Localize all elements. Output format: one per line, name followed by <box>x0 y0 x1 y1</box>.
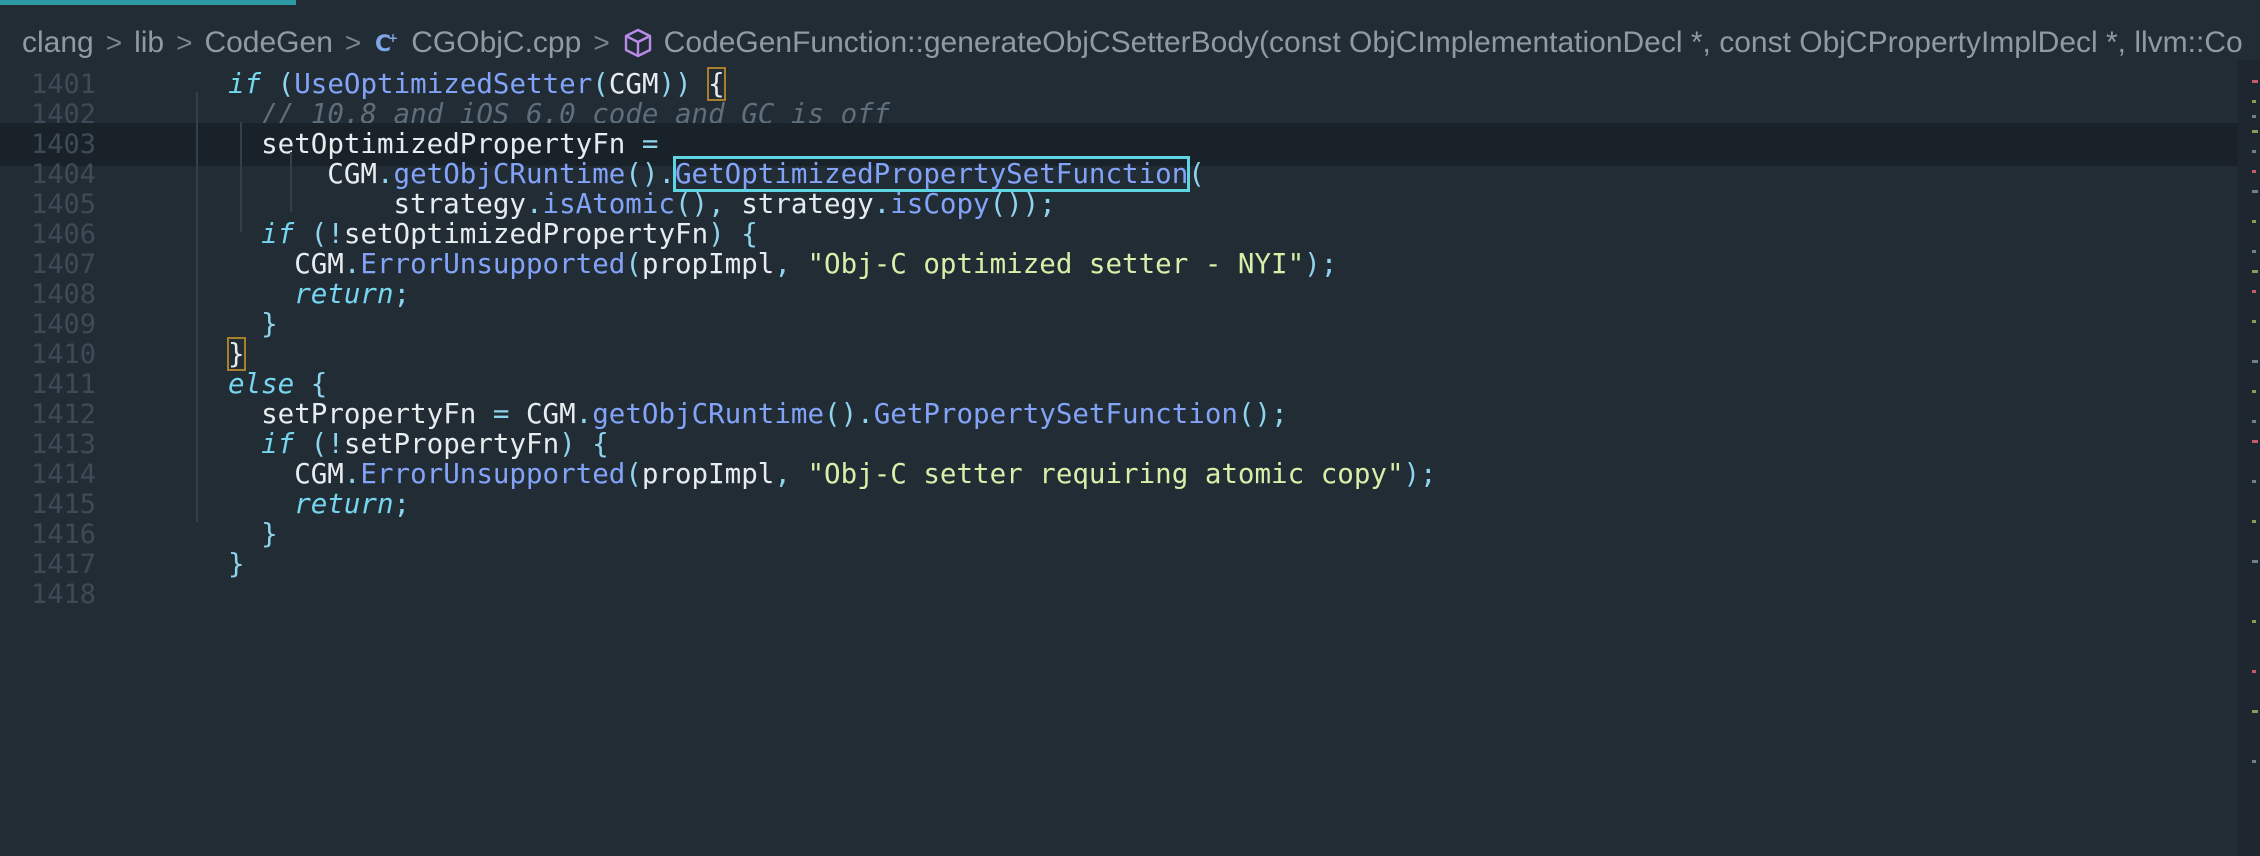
scrollbar-marker <box>2252 320 2256 323</box>
cpp-file-icon: C + <box>373 29 401 57</box>
scrollbar-marker <box>2252 270 2258 273</box>
svg-text:+: + <box>388 31 398 45</box>
scrollbar-marker <box>2252 420 2256 423</box>
breadcrumb-item-file[interactable]: CGObjC.cpp <box>411 26 581 60</box>
scrollbar-marker <box>2252 360 2258 363</box>
scrollbar-marker <box>2252 190 2258 193</box>
indent-guide <box>290 152 292 212</box>
scrollbar-marker <box>2252 100 2256 103</box>
scrollbar-marker <box>2252 80 2258 83</box>
scrollbar-marker <box>2252 130 2258 133</box>
breadcrumb-item-clang[interactable]: clang <box>22 26 94 60</box>
scrollbar-marker <box>2252 440 2258 443</box>
scrollbar-marker <box>2252 520 2256 523</box>
scrollbar-marker <box>2252 670 2256 673</box>
vertical-scrollbar[interactable] <box>2238 60 2260 856</box>
breadcrumb-separator: > <box>105 27 123 58</box>
scrollbar-marker <box>2252 170 2256 173</box>
code-editor[interactable]: 1401 if (UseOptimizedSetter(CGM)) {1402//… <box>0 67 2238 856</box>
scrollbar-marker <box>2252 290 2256 293</box>
indent-guide <box>196 92 198 522</box>
scrollbar-marker <box>2252 150 2256 153</box>
scrollbar-marker <box>2252 560 2258 563</box>
code-line[interactable]: 1418 <box>0 573 2238 616</box>
breadcrumb-separator: > <box>344 27 362 58</box>
line-number: 1418 <box>30 579 96 610</box>
scrollbar-marker <box>2252 115 2256 118</box>
scrollbar-marker <box>2252 760 2256 763</box>
breadcrumb-separator: > <box>593 27 610 58</box>
scrollbar-marker <box>2252 220 2256 223</box>
scrollbar-marker <box>2252 250 2256 253</box>
scrollbar-marker <box>2252 710 2258 713</box>
breadcrumb-separator: > <box>176 27 193 58</box>
breadcrumb-item-lib[interactable]: lib <box>134 26 164 60</box>
breadcrumb-item-symbol[interactable]: CodeGenFunction::generateObjCSetterBody(… <box>664 26 2243 60</box>
scrollbar-marker <box>2252 480 2256 483</box>
scrollbar-marker <box>2252 620 2256 623</box>
breadcrumb-item-codegen[interactable]: CodeGen <box>204 26 332 60</box>
active-tab-indicator <box>0 0 296 5</box>
scrollbar-marker <box>2252 390 2256 393</box>
indent-guide <box>240 122 242 232</box>
method-cube-icon <box>622 27 654 59</box>
